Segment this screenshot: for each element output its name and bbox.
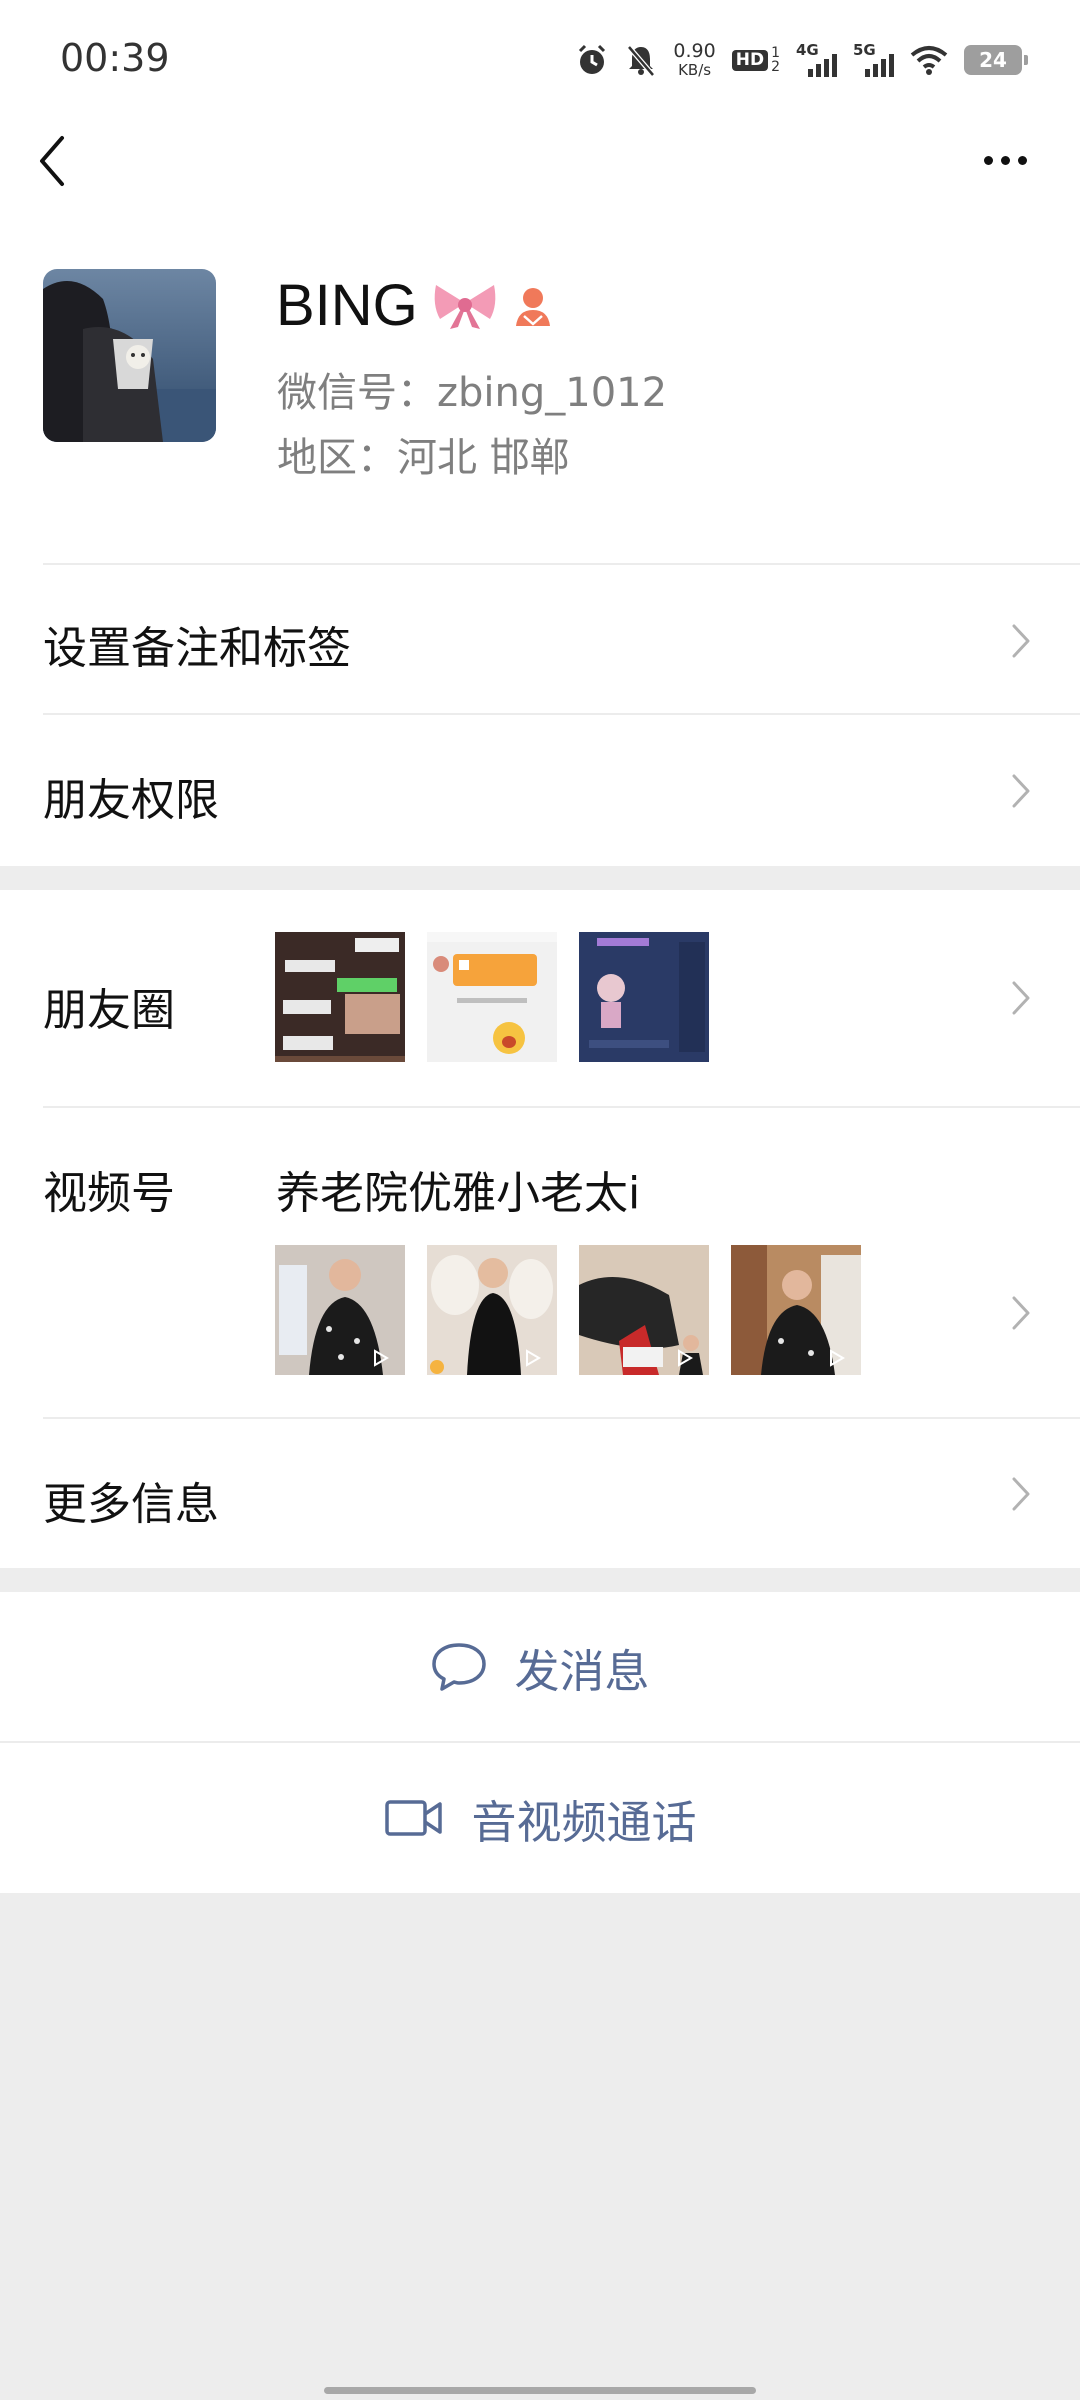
channels-video-thumbnail[interactable]	[731, 1245, 861, 1375]
channels-video-thumbnail[interactable]	[275, 1245, 405, 1375]
channels-video-thumbnail[interactable]	[579, 1245, 709, 1375]
divider	[43, 713, 1080, 715]
chevron-right-icon	[1012, 774, 1030, 808]
channels-video-thumbnail[interactable]	[427, 1245, 557, 1375]
video-still-image	[731, 1245, 861, 1375]
moments-thumbnail[interactable]	[579, 932, 709, 1062]
row-remark-tags[interactable]: 设置备注和标签	[43, 612, 351, 676]
video-still-image	[275, 1245, 405, 1375]
row-moments[interactable]: 朋友圈	[43, 974, 175, 1038]
net-speed: 0.90 KB/s	[673, 42, 715, 78]
profile-name: BING	[276, 272, 554, 339]
video-still-image	[427, 1245, 557, 1375]
row-channels[interactable]: 视频号	[43, 1157, 175, 1221]
row-friend-permissions[interactable]: 朋友权限	[43, 764, 219, 828]
hd-slots: 1 2	[771, 46, 780, 74]
signal-5g-label: 5G	[853, 41, 876, 59]
send-message-label: 发消息	[514, 1644, 650, 1698]
chat-bubble-icon	[432, 1643, 487, 1691]
chevron-right-icon	[1012, 1477, 1030, 1511]
av-call-label: 音视频通话	[471, 1795, 697, 1849]
battery-icon: 24	[964, 45, 1028, 75]
wechat-id[interactable]: 微信号：zbing_1012	[277, 360, 667, 418]
hd-slot-2: 2	[771, 59, 780, 75]
chat-screenshot-image	[275, 932, 405, 1062]
row-more-info[interactable]: 更多信息	[43, 1468, 219, 1532]
wifi-icon	[910, 46, 948, 75]
video-camera-icon	[385, 1800, 443, 1836]
alarm-icon	[579, 44, 606, 74]
avatar-photo	[43, 269, 216, 442]
net-speed-value: 0.90	[673, 40, 716, 62]
more-button[interactable]	[970, 140, 1040, 180]
back-button[interactable]	[28, 128, 78, 194]
more-dots-icon	[983, 155, 993, 165]
mute-bell-icon	[627, 45, 656, 77]
video-still-image	[579, 1245, 709, 1375]
status-icons: 0.90 KB/s HD 1 2 4G 5G 24	[575, 36, 1028, 84]
signal-4g-label: 4G	[796, 41, 819, 59]
section-gap	[0, 1568, 1080, 1592]
section-gap	[0, 866, 1080, 890]
moments-thumbnail[interactable]	[427, 932, 557, 1062]
profile-name-text: BING	[276, 273, 418, 338]
channels-name[interactable]: 养老院优雅小老太i	[276, 1157, 640, 1221]
game-screenshot-image	[579, 932, 709, 1062]
region: 地区：河北 邯郸	[277, 435, 570, 481]
send-message-button[interactable]: 发消息	[0, 1592, 1080, 1742]
chevron-right-icon	[1012, 624, 1030, 658]
more-dots-icon	[1000, 155, 1010, 165]
female-gender-icon	[515, 287, 550, 326]
status-time: 00:39	[60, 36, 170, 80]
av-call-button[interactable]: 音视频通话	[0, 1743, 1080, 1893]
home-indicator[interactable]	[324, 2387, 756, 2394]
more-dots-icon	[1017, 155, 1027, 165]
divider	[43, 1106, 1080, 1108]
hd-label: HD	[731, 49, 769, 71]
moments-thumbnail[interactable]	[275, 932, 405, 1062]
bow-icon	[434, 284, 496, 329]
avatar[interactable]	[43, 269, 216, 442]
signal-5g-icon: 5G	[853, 41, 894, 77]
hd-icon: HD 1 2	[731, 46, 780, 74]
net-speed-unit: KB/s	[678, 61, 712, 79]
chat-screenshot-image	[427, 932, 557, 1062]
chevron-right-icon	[1012, 981, 1030, 1015]
chevron-right-icon	[1012, 1296, 1030, 1330]
divider	[43, 563, 1080, 565]
divider	[43, 1417, 1080, 1419]
hd-slot-1: 1	[771, 45, 780, 61]
signal-4g-icon: 4G	[796, 41, 837, 77]
